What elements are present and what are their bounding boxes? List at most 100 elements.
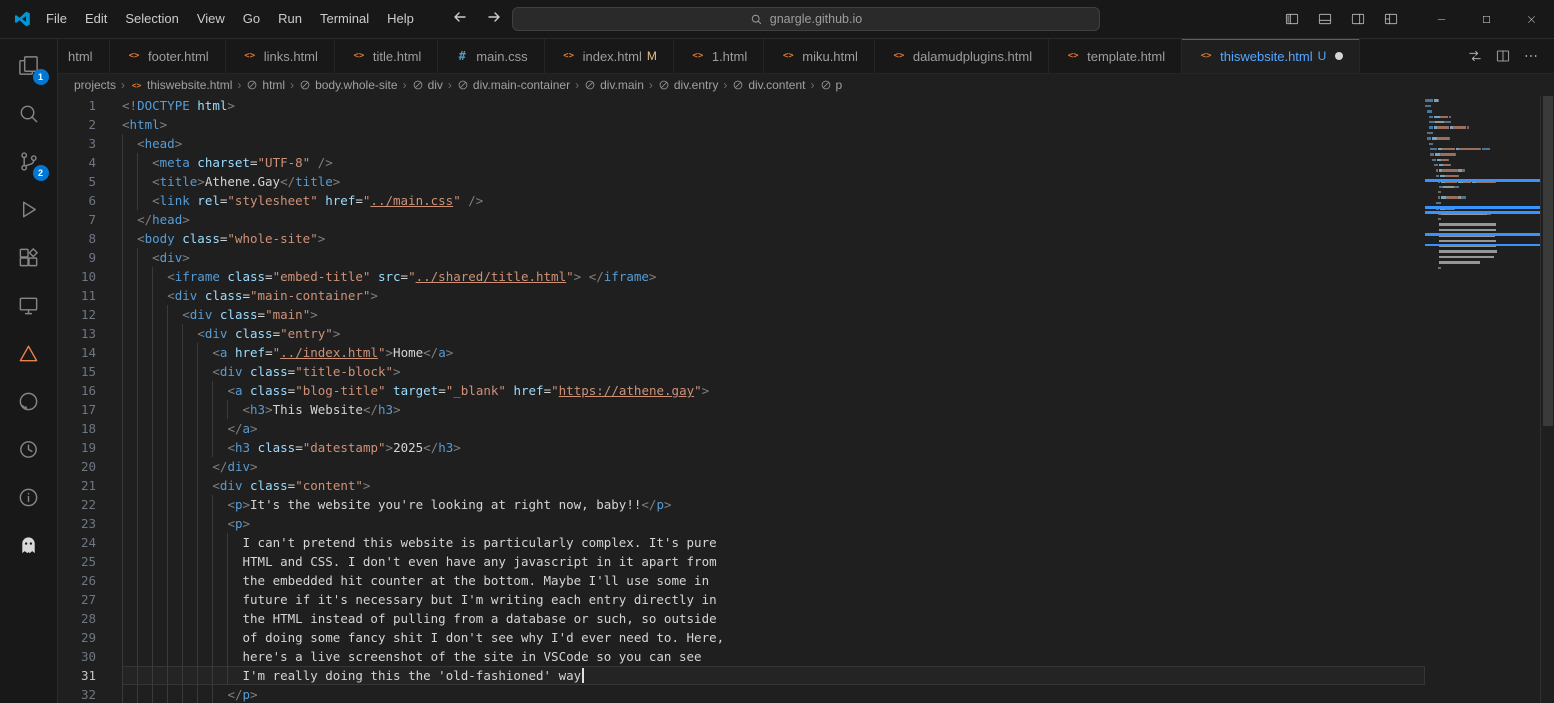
menu-terminal[interactable]: Terminal	[311, 0, 378, 38]
tab-html[interactable]: html	[58, 39, 110, 73]
breadcrumb-item-div[interactable]: div	[412, 78, 443, 92]
compare-changes-icon[interactable]	[1462, 43, 1488, 69]
breadcrumb-item-html[interactable]: html	[246, 78, 285, 92]
forward-button[interactable]	[486, 9, 502, 30]
code-token: p	[243, 687, 251, 702]
code-token: I'm really doing this the 'old-fashioned…	[243, 668, 582, 683]
breadcrumb-item-div.main-container[interactable]: div.main-container	[457, 78, 570, 92]
code-line-15: <div class="title-block">	[122, 362, 1425, 381]
scrollbar-thumb[interactable]	[1543, 96, 1553, 426]
line-number-8: 8	[58, 229, 110, 248]
code-token: DOCTYPE	[137, 98, 190, 113]
code-token: h3	[438, 440, 453, 455]
toggle-secondary-sidebar-icon[interactable]	[1346, 5, 1370, 33]
tab-miku.html[interactable]: <>miku.html	[764, 39, 875, 73]
tab-template.html[interactable]: <>template.html	[1049, 39, 1182, 73]
menu-edit[interactable]: Edit	[76, 0, 116, 38]
code-token: class	[258, 440, 296, 455]
indent-guide	[197, 590, 212, 609]
indent-guide	[212, 609, 227, 628]
code-token: rel	[197, 193, 220, 208]
code-token: class	[250, 478, 288, 493]
tab-1.html[interactable]: <>1.html	[674, 39, 764, 73]
activitybar-explorer[interactable]: 1	[5, 41, 53, 89]
breadcrumb-item-div.main[interactable]: div.main	[584, 78, 644, 92]
maximize-button[interactable]	[1464, 0, 1509, 38]
code-line-3: <head>	[122, 134, 1425, 153]
minimap[interactable]	[1425, 96, 1540, 703]
indent-guide	[137, 191, 152, 210]
activitybar-extensions[interactable]	[5, 233, 53, 281]
code-token: "	[408, 269, 416, 284]
menu-run[interactable]: Run	[269, 0, 311, 38]
breadcrumb-item-body.whole-site[interactable]: body.whole-site	[299, 78, 398, 92]
split-editor-icon[interactable]	[1490, 43, 1516, 69]
code-token: >	[393, 402, 401, 417]
code-line-22: <p>It's the website you're looking at ri…	[122, 495, 1425, 514]
menu-go[interactable]: Go	[234, 0, 269, 38]
indent-guide	[197, 381, 212, 400]
menu-view[interactable]: View	[188, 0, 234, 38]
activitybar-remote-explorer[interactable]	[5, 281, 53, 329]
code-token: Home	[393, 345, 423, 360]
code-token: meta	[160, 155, 190, 170]
code-token	[227, 345, 235, 360]
breadcrumb-item-div.entry[interactable]: div.entry	[658, 78, 718, 92]
github-icon	[17, 390, 40, 413]
tab-footer.html[interactable]: <>footer.html	[110, 39, 226, 73]
code-token: "stylesheet"	[227, 193, 317, 208]
editor[interactable]: 1234567891011121314151617181920212223242…	[58, 96, 1554, 703]
breadcrumb-item-p[interactable]: p	[820, 78, 843, 92]
tab-label: title.html	[373, 49, 421, 64]
tab-index.html[interactable]: <>index.htmlM	[545, 39, 674, 73]
tab-dalamudplugins.html[interactable]: <>dalamudplugins.html	[875, 39, 1049, 73]
code-lines[interactable]: <!DOCTYPE html><html> <head> <meta chars…	[110, 96, 1425, 703]
back-button[interactable]	[452, 9, 468, 30]
minimap-decoration	[1425, 244, 1540, 247]
menu-file[interactable]: File	[37, 0, 76, 38]
indent-guide	[227, 647, 242, 666]
command-center[interactable]: gnargle.github.io	[512, 7, 1100, 31]
activitybar-history[interactable]	[5, 425, 53, 473]
toggle-panel-icon[interactable]	[1313, 5, 1337, 33]
activitybar-run-debug[interactable]	[5, 185, 53, 233]
code-token: <	[152, 155, 160, 170]
menu-help[interactable]: Help	[378, 0, 423, 38]
menu-selection[interactable]: Selection	[116, 0, 187, 38]
code-token: class	[182, 231, 220, 246]
code-token: head	[152, 212, 182, 227]
breadcrumb-separator: ›	[721, 78, 729, 92]
code-token: >	[649, 269, 657, 284]
more-actions-icon[interactable]	[1518, 43, 1544, 69]
breadcrumb-item-projects[interactable]: projects	[74, 78, 116, 92]
tab-thiswebsite.html[interactable]: <>thiswebsite.htmlU	[1182, 39, 1360, 73]
code-token: >	[318, 231, 326, 246]
editor-scrollbar[interactable]	[1540, 96, 1554, 703]
code-token: "main"	[265, 307, 310, 322]
close-button[interactable]	[1509, 0, 1554, 38]
code-token: class	[250, 383, 288, 398]
indent-guide	[182, 666, 197, 685]
breadcrumb-item-div.content[interactable]: div.content	[732, 78, 805, 92]
code-line-32: </p>	[122, 685, 1425, 703]
tab-links.html[interactable]: <>links.html	[226, 39, 335, 73]
tab-title.html[interactable]: <>title.html	[335, 39, 438, 73]
toggle-primary-sidebar-icon[interactable]	[1280, 5, 1304, 33]
activitybar-info[interactable]	[5, 473, 53, 521]
tab-label: html	[68, 49, 93, 64]
customize-layout-icon[interactable]	[1379, 5, 1403, 33]
unsaved-dot-icon[interactable]	[1335, 52, 1343, 60]
indent-guide	[197, 343, 212, 362]
breadcrumb-item-thiswebsite.html[interactable]: <>thiswebsite.html	[130, 78, 232, 92]
activitybar-github[interactable]	[5, 377, 53, 425]
activitybar-source-control[interactable]: 2	[5, 137, 53, 185]
activitybar-triangle-extension[interactable]	[5, 329, 53, 377]
minimize-button[interactable]	[1419, 0, 1464, 38]
activitybar-ghost[interactable]	[5, 521, 53, 569]
line-number-12: 12	[58, 305, 110, 324]
indent-guide	[167, 324, 182, 343]
activitybar-search[interactable]	[5, 89, 53, 137]
html-file-icon: <>	[561, 48, 577, 64]
tab-main.css[interactable]: #main.css	[438, 39, 544, 73]
code-token: div	[220, 478, 243, 493]
